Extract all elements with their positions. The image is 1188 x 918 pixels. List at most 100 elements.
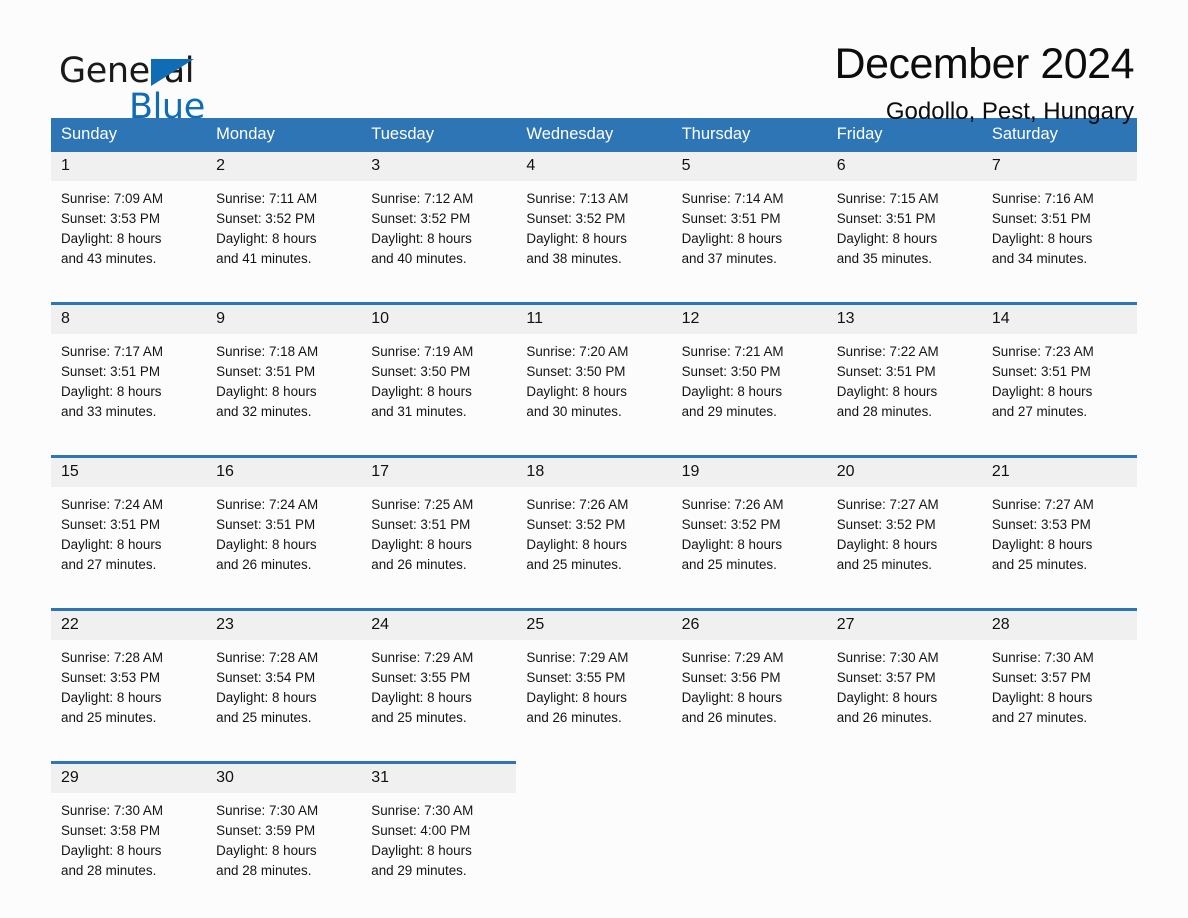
calendar-day-cell[interactable]: 5 Sunrise: 7:14 AM Sunset: 3:51 PM Daylight… xyxy=(671,152,827,285)
sunrise-time: Sunrise: 7:29 AM xyxy=(371,650,474,665)
calendar-body: 1 Sunrise: 7:09 AM Sunset: 3:53 PM Daylight… xyxy=(51,152,1137,897)
daylight-duration-line2: and 25 minutes. xyxy=(526,557,622,572)
week-spacer xyxy=(51,438,1137,457)
calendar-day-cell[interactable]: 23 Sunrise: 7:28 AM Sunset: 3:54 PM Dayligh… xyxy=(206,608,362,744)
day-details: Sunrise: 7:30 AM Sunset: 3:58 PM Daylight:… xyxy=(51,793,206,897)
weekday-header-thursday: Thursday xyxy=(671,118,827,152)
calendar-day-cell[interactable]: 24 Sunrise: 7:29 AM Sunset: 3:55 PM Dayligh… xyxy=(361,608,517,744)
day-number: 18 xyxy=(516,458,672,487)
sunrise-sunset-calendar: Sunday Monday Tuesday Wednesday Thursday… xyxy=(51,118,1137,897)
day-details: Sunrise: 7:18 AM Sunset: 3:51 PM Daylight:… xyxy=(206,334,361,438)
calendar-day-cell[interactable]: 29 Sunrise: 7:30 AM Sunset: 3:58 PM Dayligh… xyxy=(51,761,207,897)
daylight-duration-line2: and 26 minutes. xyxy=(681,710,777,725)
calendar-day-cell[interactable]: 27 Sunrise: 7:30 AM Sunset: 3:57 PM Dayligh… xyxy=(826,608,982,744)
day-number: 1 xyxy=(51,152,207,181)
calendar-day-cell[interactable]: 13 Sunrise: 7:22 AM Sunset: 3:51 PM Dayligh… xyxy=(826,302,982,438)
daylight-duration-line2: and 27 minutes. xyxy=(991,710,1088,725)
day-number: 28 xyxy=(981,611,1137,640)
calendar-day-cell[interactable]: 18 Sunrise: 7:26 AM Sunset: 3:52 PM Dayligh… xyxy=(516,455,672,591)
weekday-header-wednesday: Wednesday xyxy=(516,118,672,152)
calendar-day-cell[interactable]: 11 Sunrise: 7:20 AM Sunset: 3:50 PM Dayligh… xyxy=(516,302,672,438)
calendar-day-cell[interactable]: 17 Sunrise: 7:25 AM Sunset: 3:51 PM Dayligh… xyxy=(361,455,517,591)
calendar-day-cell[interactable]: 19 Sunrise: 7:26 AM Sunset: 3:52 PM Dayligh… xyxy=(671,455,827,591)
day-details: Sunrise: 7:12 AM Sunset: 3:52 PM Daylight:… xyxy=(361,181,516,285)
sunset-time: Sunset: 3:51 PM xyxy=(836,211,936,226)
sunset-time: Sunset: 3:50 PM xyxy=(371,364,471,379)
week-spacer-cell xyxy=(51,591,1137,610)
calendar-day-cell[interactable]: 12 Sunrise: 7:21 AM Sunset: 3:50 PM Dayligh… xyxy=(671,302,827,438)
sunset-time: Sunset: 3:51 PM xyxy=(61,364,160,379)
day-number: 24 xyxy=(361,611,517,640)
sunset-time: Sunset: 3:51 PM xyxy=(681,211,781,226)
daylight-duration-line2: and 26 minutes. xyxy=(371,557,467,572)
day-number: 20 xyxy=(826,458,982,487)
day-number: 8 xyxy=(51,305,207,334)
calendar-day-cell[interactable]: 31 Sunrise: 7:30 AM Sunset: 4:00 PM Dayligh… xyxy=(361,761,517,897)
day-details: Sunrise: 7:30 AM Sunset: 3:59 PM Daylight:… xyxy=(206,793,361,897)
sunrise-time: Sunrise: 7:30 AM xyxy=(836,650,939,665)
day-details: Sunrise: 7:22 AM Sunset: 3:51 PM Daylight:… xyxy=(827,334,982,438)
day-number: 19 xyxy=(671,458,827,487)
calendar-day-cell[interactable]: 28 Sunrise: 7:30 AM Sunset: 3:57 PM Dayligh… xyxy=(981,608,1137,744)
sunrise-time: Sunrise: 7:25 AM xyxy=(371,497,474,512)
daylight-duration-line1: Daylight: 8 hours xyxy=(61,843,162,858)
calendar-day-cell-empty xyxy=(982,763,1137,898)
calendar-day-cell[interactable]: 4 Sunrise: 7:13 AM Sunset: 3:52 PM Daylight… xyxy=(516,152,672,285)
general-blue-logo[interactable]: General Blue xyxy=(51,42,251,125)
calendar-day-cell[interactable]: 22 Sunrise: 7:28 AM Sunset: 3:53 PM Dayligh… xyxy=(51,608,207,744)
sunset-time: Sunset: 3:56 PM xyxy=(681,670,781,685)
day-number: 11 xyxy=(516,305,672,334)
calendar-day-cell[interactable]: 7 Sunrise: 7:16 AM Sunset: 3:51 PM Daylight… xyxy=(981,152,1137,285)
sunset-time: Sunset: 3:53 PM xyxy=(61,670,160,685)
daylight-duration-line1: Daylight: 8 hours xyxy=(371,384,472,399)
day-details: Sunrise: 7:09 AM Sunset: 3:53 PM Daylight:… xyxy=(51,181,206,285)
title-block: December 2024 Godollo, Pest, Hungary xyxy=(835,41,1137,126)
calendar-day-cell[interactable]: 20 Sunrise: 7:27 AM Sunset: 3:52 PM Dayligh… xyxy=(826,455,982,591)
calendar-day-cell[interactable]: 30 Sunrise: 7:30 AM Sunset: 3:59 PM Dayligh… xyxy=(206,761,362,897)
daylight-duration-line1: Daylight: 8 hours xyxy=(991,231,1093,246)
day-details: Sunrise: 7:25 AM Sunset: 3:51 PM Daylight:… xyxy=(361,487,516,591)
day-details: Sunrise: 7:15 AM Sunset: 3:51 PM Daylight:… xyxy=(827,181,982,285)
day-details: Sunrise: 7:21 AM Sunset: 3:50 PM Daylight:… xyxy=(672,334,827,438)
calendar-day-cell[interactable]: 14 Sunrise: 7:23 AM Sunset: 3:51 PM Dayligh… xyxy=(981,302,1137,438)
daylight-duration-line1: Daylight: 8 hours xyxy=(991,690,1093,705)
calendar-day-cell[interactable]: 25 Sunrise: 7:29 AM Sunset: 3:55 PM Dayligh… xyxy=(516,608,672,744)
calendar-day-cell[interactable]: 9 Sunrise: 7:18 AM Sunset: 3:51 PM Daylight… xyxy=(206,302,362,438)
day-number: 3 xyxy=(361,152,517,181)
sunrise-time: Sunrise: 7:26 AM xyxy=(681,497,784,512)
calendar-day-cell[interactable]: 10 Sunrise: 7:19 AM Sunset: 3:50 PM Dayligh… xyxy=(361,302,517,438)
sunset-time: Sunset: 3:52 PM xyxy=(681,517,781,532)
calendar-day-cell[interactable]: 6 Sunrise: 7:15 AM Sunset: 3:51 PM Daylight… xyxy=(826,152,982,285)
day-number: 7 xyxy=(981,152,1137,181)
calendar-day-cell[interactable]: 15 Sunrise: 7:24 AM Sunset: 3:51 PM Dayligh… xyxy=(51,455,207,591)
sunset-time: Sunset: 3:50 PM xyxy=(681,364,781,379)
sunset-time: Sunset: 3:53 PM xyxy=(61,211,160,226)
calendar-week-row: 1 Sunrise: 7:09 AM Sunset: 3:53 PM Daylight… xyxy=(51,152,1137,285)
daylight-duration-line1: Daylight: 8 hours xyxy=(61,384,162,399)
day-details: Sunrise: 7:23 AM Sunset: 3:51 PM Daylight:… xyxy=(982,334,1137,438)
daylight-duration-line2: and 34 minutes. xyxy=(991,251,1088,266)
sunset-time: Sunset: 3:51 PM xyxy=(991,211,1091,226)
calendar-day-cell[interactable]: 1 Sunrise: 7:09 AM Sunset: 3:53 PM Daylight… xyxy=(51,152,207,285)
day-details: Sunrise: 7:29 AM Sunset: 3:55 PM Daylight:… xyxy=(516,640,671,744)
daylight-duration-line2: and 32 minutes. xyxy=(216,404,312,419)
day-details: Sunrise: 7:20 AM Sunset: 3:50 PM Daylight:… xyxy=(516,334,671,438)
calendar-day-cell[interactable]: 21 Sunrise: 7:27 AM Sunset: 3:53 PM Dayligh… xyxy=(981,455,1137,591)
calendar-day-cell[interactable]: 8 Sunrise: 7:17 AM Sunset: 3:51 PM Daylight… xyxy=(51,302,207,438)
daylight-duration-line2: and 28 minutes. xyxy=(61,863,157,878)
calendar-day-cell[interactable]: 3 Sunrise: 7:12 AM Sunset: 3:52 PM Daylight… xyxy=(361,152,517,285)
daylight-duration-line1: Daylight: 8 hours xyxy=(991,537,1093,552)
sunrise-time: Sunrise: 7:11 AM xyxy=(216,191,318,206)
calendar-week-row: 29 Sunrise: 7:30 AM Sunset: 3:58 PM Dayligh… xyxy=(51,761,1137,898)
daylight-duration-line2: and 29 minutes. xyxy=(681,404,777,419)
calendar-day-cell-empty xyxy=(672,763,827,898)
page-subtitle: Godollo, Pest, Hungary xyxy=(885,98,1134,126)
calendar-day-cell[interactable]: 26 Sunrise: 7:29 AM Sunset: 3:56 PM Dayligh… xyxy=(671,608,827,744)
sunrise-time: Sunrise: 7:17 AM xyxy=(61,344,163,359)
sunrise-time: Sunrise: 7:19 AM xyxy=(371,344,474,359)
calendar-day-cell[interactable]: 16 Sunrise: 7:24 AM Sunset: 3:51 PM Dayligh… xyxy=(206,455,362,591)
day-details: Sunrise: 7:17 AM Sunset: 3:51 PM Daylight:… xyxy=(51,334,206,438)
day-details: Sunrise: 7:30 AM Sunset: 3:57 PM Daylight:… xyxy=(982,640,1137,744)
calendar-day-cell[interactable]: 2 Sunrise: 7:11 AM Sunset: 3:52 PM Daylight… xyxy=(206,152,362,285)
daylight-duration-line1: Daylight: 8 hours xyxy=(216,384,317,399)
